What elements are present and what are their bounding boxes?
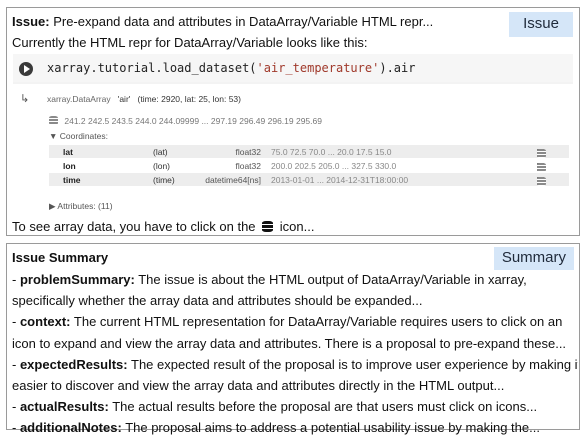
code-suffix: ).air xyxy=(379,61,416,75)
dataarray-type: xarray.DataArray xyxy=(47,94,111,104)
coordinate-preview: 200.0 202.5 205.0 ... 327.5 330.0 xyxy=(271,161,397,171)
coordinate-row: lat (lat) float32 75.0 72.5 70.0 ... 20.… xyxy=(49,145,569,158)
summary-key: context: xyxy=(19,314,71,330)
issue-tag: Issue xyxy=(509,12,573,37)
attributes-toggle[interactable]: ▶ Attributes: (11) xyxy=(49,201,113,212)
coordinate-row: lon (lon) float32 200.0 202.5 205.0 ... … xyxy=(49,159,569,172)
coordinate-dims: (lat) xyxy=(153,147,168,157)
summary-title: Issue Summary xyxy=(12,250,109,265)
code-cell: xarray.tutorial.load_dataset('air_temper… xyxy=(13,54,573,82)
summary-panel: Summary Issue Summary - problemSummary: … xyxy=(6,243,580,435)
database-icon[interactable] xyxy=(537,163,546,172)
summary-key: additionalNotes: xyxy=(19,420,122,436)
coordinate-name: time xyxy=(63,175,81,185)
summary-text: The current HTML representation for Data… xyxy=(73,314,563,330)
data-preview: 241.2 242.5 243.5 244.0 244.09999 ... 29… xyxy=(64,116,322,126)
issue-panel: Issue Issue: Pre-expand data and attribu… xyxy=(6,7,580,236)
code-string: 'air_temperature' xyxy=(256,61,380,75)
issue-heading-label: Issue: xyxy=(12,14,50,29)
database-icon xyxy=(262,221,274,232)
dataarray-header: xarray.DataArray 'air' (time: 2920, lat:… xyxy=(47,94,241,104)
summary-item: - context: The current HTML representati… xyxy=(12,314,563,330)
coordinate-preview: 75.0 72.5 70.0 ... 20.0 17.5 15.0 xyxy=(271,147,392,157)
database-icon[interactable] xyxy=(49,116,58,125)
summary-text: The proposal aims to address a potential… xyxy=(125,420,540,436)
summary-text: The issue is about the HTML output of Da… xyxy=(138,272,527,287)
issue-heading: Issue: Pre-expand data and attributes in… xyxy=(12,14,433,30)
coordinate-name: lon xyxy=(63,161,76,171)
database-icon[interactable] xyxy=(537,177,546,186)
summary-list: - problemSummary: The issue is about the… xyxy=(12,269,578,437)
dataarray-dims: (time: 2920, lat: 25, lon: 53) xyxy=(137,94,241,104)
coordinate-dims: (time) xyxy=(153,175,175,185)
summary-item: - expectedResults: The expected result o… xyxy=(12,354,578,375)
coordinate-dtype: float32 xyxy=(235,161,261,171)
code-text: xarray.tutorial.load_dataset('air_temper… xyxy=(47,61,415,75)
footer-text-after: icon... xyxy=(279,219,315,234)
coordinate-name: lat xyxy=(63,147,73,157)
footer-text-before: To see array data, you have to click on … xyxy=(12,219,256,234)
summary-text: The expected result of the proposal is t… xyxy=(131,356,578,372)
coordinate-row: time (time) datetime64[ns] 2013-01-01 ..… xyxy=(49,173,569,186)
coordinate-dtype: float32 xyxy=(235,147,261,157)
issue-heading-text: Pre-expand data and attributes in DataAr… xyxy=(53,14,434,29)
output-arrow-icon: ↳ xyxy=(20,92,30,105)
summary-item: - problemSummary: The issue is about the… xyxy=(12,272,527,287)
data-preview-row[interactable]: 241.2 242.5 243.5 244.0 244.09999 ... 29… xyxy=(49,116,322,126)
coordinate-dims: (lon) xyxy=(153,161,171,171)
summary-key: problemSummary: xyxy=(19,272,135,287)
issue-footer: To see array data, you have to click on … xyxy=(12,219,314,235)
dataarray-name: 'air' xyxy=(117,94,131,104)
run-cell-button[interactable] xyxy=(19,62,33,76)
summary-text: The actual results before the proposal a… xyxy=(112,399,538,415)
coordinate-dtype: datetime64[ns] xyxy=(205,175,261,185)
summary-item-continued: specifically whether the array data and … xyxy=(12,293,423,309)
coordinates-toggle[interactable]: ▼ Coordinates: xyxy=(49,131,108,141)
summary-key: actualResults: xyxy=(19,399,109,415)
summary-key: expectedResults: xyxy=(19,356,128,372)
notebook-cell: xarray.tutorial.load_dataset('air_temper… xyxy=(13,54,573,216)
summary-item: - actualResults: The actual results befo… xyxy=(12,399,538,415)
code-prefix: xarray.tutorial.load_dataset( xyxy=(47,61,257,75)
summary-item: - additionalNotes: The proposal aims to … xyxy=(12,420,540,436)
coordinate-preview: 2013-01-01 ... 2014-12-31T18:00:00 xyxy=(271,175,409,185)
issue-description: Currently the HTML repr for DataArray/Va… xyxy=(12,35,368,50)
summary-item-continued: easier to discover and view the array da… xyxy=(12,378,505,394)
database-icon[interactable] xyxy=(537,149,546,158)
summary-tag: Summary xyxy=(493,247,574,270)
cell-output: ↳ xarray.DataArray 'air' (time: 2920, la… xyxy=(13,84,573,216)
summary-item-continued: icon to expand and view the array data a… xyxy=(12,335,567,351)
